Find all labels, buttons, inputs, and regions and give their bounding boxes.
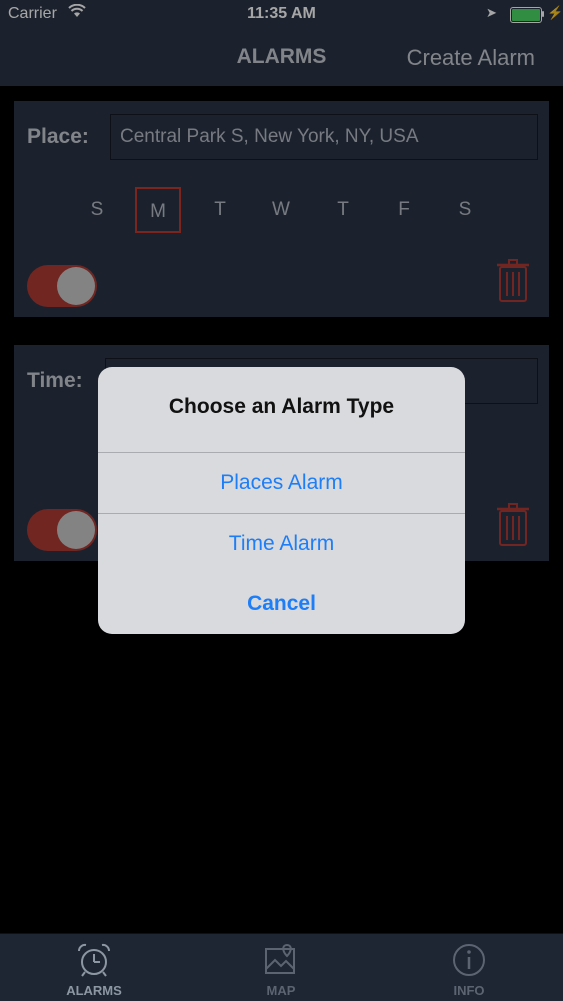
tab-alarms[interactable]: ALARMS xyxy=(34,934,154,1001)
tab-label: MAP xyxy=(266,983,296,998)
places-alarm-button[interactable]: Places Alarm xyxy=(98,471,465,495)
dialog-divider xyxy=(98,452,465,453)
dialog-title: Choose an Alarm Type xyxy=(168,395,395,418)
tab-label: ALARMS xyxy=(66,983,122,998)
alarm-type-dialog: Choose an Alarm Type Places Alarm Time A… xyxy=(98,367,465,634)
info-icon xyxy=(453,944,485,976)
dialog-divider xyxy=(98,513,465,514)
time-alarm-button[interactable]: Time Alarm xyxy=(98,532,465,556)
tab-label: INFO xyxy=(453,983,485,998)
tab-info[interactable]: INFO xyxy=(409,934,529,1001)
tab-map[interactable]: MAP xyxy=(221,934,341,1001)
tab-bar: ALARMS MAP INFO xyxy=(0,933,563,1001)
cancel-button[interactable]: Cancel xyxy=(98,592,465,616)
map-icon xyxy=(265,943,295,974)
alarm-clock-icon xyxy=(77,943,111,977)
